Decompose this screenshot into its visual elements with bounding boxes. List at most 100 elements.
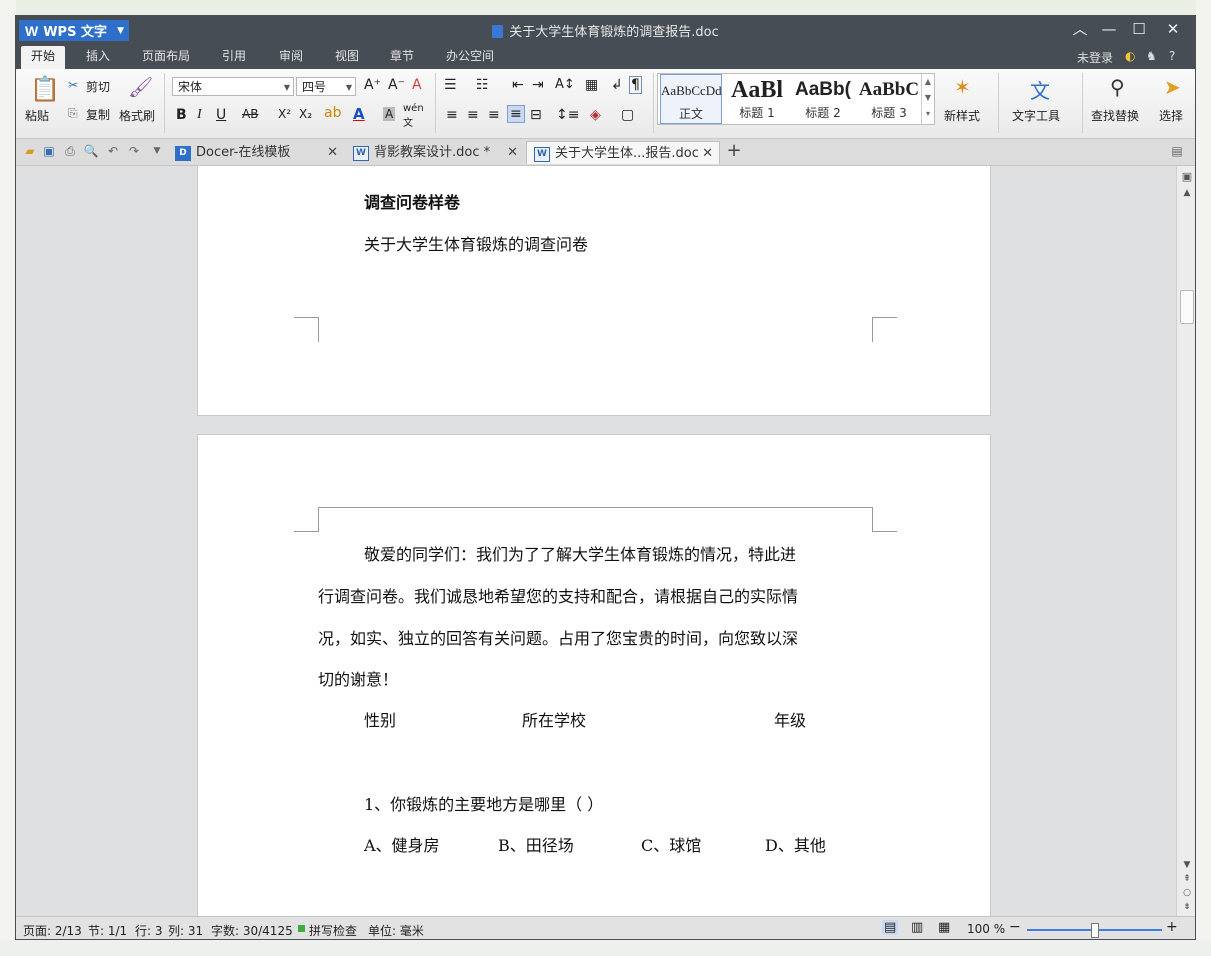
align-right-icon[interactable]: ≡ [488, 107, 500, 123]
highlight-icon[interactable]: ab [324, 105, 341, 121]
document-tabs-bar: ▰ ▣ ⎙ 🔍 ↶ ↷ ▼ D Docer-在线模板 ✕ W 背影教案设计.do… [16, 139, 1195, 166]
style-heading-1[interactable]: AaBl 标题 1 [726, 74, 788, 124]
shirt-icon[interactable]: ♞ [1146, 49, 1157, 63]
zoom-level[interactable]: 100 % [967, 922, 1005, 936]
sort-icon[interactable]: ↲ [611, 77, 623, 93]
paste-button[interactable]: 粘贴 [25, 107, 49, 124]
next-page-icon[interactable]: ⇟ [1177, 902, 1195, 912]
scroll-down-icon[interactable]: ▼ [1177, 860, 1195, 870]
minimize-icon[interactable]: — [1095, 18, 1123, 40]
customize-dropdown-icon[interactable]: ▼ [149, 143, 165, 159]
status-word-count[interactable]: 字数: 30/4125 [211, 922, 293, 939]
borders-icon[interactable]: ▢ [621, 107, 634, 123]
login-link[interactable]: 未登录 [1077, 49, 1113, 66]
undo-icon[interactable]: ↶ [105, 143, 121, 159]
open-folder-icon[interactable]: ▰ [22, 143, 38, 159]
justify-icon[interactable]: ≡ [507, 105, 525, 123]
spell-check-button[interactable]: 拼写检查 [309, 922, 357, 939]
tab-office-space[interactable]: 办公空间 [446, 46, 494, 69]
strikethrough-icon[interactable]: AB [242, 107, 258, 121]
superscript-icon[interactable]: X² [278, 107, 291, 121]
show-marks-icon[interactable]: ¶ [629, 76, 642, 94]
style-heading-2[interactable]: AaBb( 标题 2 [792, 74, 854, 124]
tab-references[interactable]: 引用 [222, 46, 246, 69]
status-unit[interactable]: 单位: 毫米 [368, 922, 424, 939]
scroll-up-icon[interactable]: ▲ [1177, 188, 1195, 198]
zoom-out-icon[interactable]: − [1009, 919, 1021, 935]
tab-docer[interactable]: D Docer-在线模板 ✕ [168, 141, 344, 164]
maximize-icon[interactable]: ☐ [1125, 18, 1153, 40]
phonetic-guide-icon[interactable]: wén 文 [403, 103, 424, 129]
close-icon[interactable]: ✕ [1159, 18, 1187, 40]
close-icon[interactable]: ✕ [702, 142, 713, 165]
print-preview-icon[interactable]: 🔍 [83, 143, 99, 159]
outline-view-icon[interactable]: ▥ [911, 920, 923, 935]
close-icon[interactable]: ✕ [507, 141, 518, 164]
document-canvas[interactable]: 调查问卷样卷 关于大学生体育锻炼的调查问卷 敬爱的同学们：我们为了了解大学生体育… [16, 166, 1176, 916]
format-painter-button[interactable]: 格式刷 [119, 107, 155, 124]
font-name-select[interactable]: 宋体 ▼ [172, 77, 294, 96]
tab-view[interactable]: 视图 [335, 46, 359, 69]
char-shading-icon[interactable]: A [383, 107, 396, 121]
shrink-font-icon[interactable]: A⁻ [388, 77, 405, 93]
tab-page-layout[interactable]: 页面布局 [142, 46, 190, 69]
italic-icon[interactable]: I [197, 107, 202, 123]
increase-indent-icon[interactable]: ⇥ [532, 77, 544, 93]
word-doc-icon: W [534, 147, 550, 162]
prev-page-icon[interactable]: ⇞ [1177, 874, 1195, 884]
lightbulb-icon[interactable]: ◐ [1125, 49, 1135, 63]
zoom-in-icon[interactable]: + [1166, 919, 1178, 935]
underline-icon[interactable]: U [216, 107, 226, 123]
redo-icon[interactable]: ↷ [126, 143, 142, 159]
subscript-icon[interactable]: X₂ [299, 107, 312, 121]
bold-icon[interactable]: B [176, 107, 187, 123]
tab-start[interactable]: 开始 [21, 46, 65, 69]
tab-document-2[interactable]: W 背影教案设计.doc * ✕ [346, 141, 524, 164]
copy-button[interactable]: 复制 [86, 106, 110, 123]
web-view-icon[interactable]: ▦ [938, 920, 950, 935]
bullet-list-icon[interactable]: ☰ [444, 77, 457, 93]
style-name: 标题 1 [739, 106, 775, 120]
tab-review[interactable]: 审阅 [279, 46, 303, 69]
select-browse-icon[interactable]: ○ [1177, 888, 1195, 898]
distributed-icon[interactable]: ⊟ [530, 107, 542, 123]
cut-button[interactable]: 剪切 [86, 78, 110, 95]
clear-format-icon[interactable]: A [412, 77, 422, 93]
font-size-select[interactable]: 四号 ▼ [296, 77, 356, 96]
text-direction-icon[interactable]: A↕ [555, 77, 575, 92]
numbered-list-icon[interactable]: ☷ [476, 77, 489, 93]
shading-icon[interactable]: ◈ [590, 107, 601, 123]
save-icon[interactable]: ▣ [41, 143, 57, 159]
new-tab-icon[interactable]: + [726, 142, 742, 160]
grow-font-icon[interactable]: A⁺ [364, 77, 381, 93]
tab-document-active[interactable]: W 关于大学生体...报告.doc ✕ [526, 141, 720, 164]
style-heading-3[interactable]: AaBbC 标题 3 [858, 74, 920, 124]
find-replace-button[interactable]: 查找替换 [1091, 107, 1139, 124]
tab-insert[interactable]: 插入 [86, 46, 110, 69]
styles-scroll[interactable]: ▲ ▼ ▾ [921, 74, 934, 124]
select-button[interactable]: 选择 [1159, 107, 1183, 124]
font-color-icon[interactable]: A [353, 105, 365, 123]
line-spacing-icon[interactable]: ↕≡ [556, 107, 579, 123]
ruler-toggle-icon[interactable]: ▣ [1177, 170, 1195, 183]
paste-icon[interactable]: 📋 [30, 75, 60, 103]
style-name: 标题 2 [805, 106, 841, 120]
collapse-ribbon-icon[interactable]: ︿ [1066, 18, 1094, 40]
vertical-scrollbar[interactable]: ▣ ▲ ▼ ⇞ ○ ⇟ [1176, 166, 1195, 916]
zoom-slider-handle[interactable] [1091, 923, 1099, 938]
decrease-indent-icon[interactable]: ⇤ [512, 77, 524, 93]
style-normal[interactable]: AaBbCcDd 正文 [660, 74, 722, 124]
page-view-icon[interactable]: ▤ [882, 920, 899, 935]
align-left-icon[interactable]: ≡ [446, 107, 458, 123]
help-button[interactable]: ? [1169, 49, 1175, 63]
close-icon[interactable]: ✕ [327, 141, 338, 164]
status-page[interactable]: 页面: 2/13 [23, 922, 82, 939]
align-center-icon[interactable]: ≡ [467, 107, 479, 123]
table-icon[interactable]: ▦ [585, 77, 598, 93]
new-style-button[interactable]: 新样式 [944, 107, 980, 124]
print-icon[interactable]: ⎙ [62, 143, 78, 159]
tab-section[interactable]: 章节 [390, 46, 414, 69]
tab-options-icon[interactable]: ▤ [1169, 143, 1185, 159]
text-tools-button[interactable]: 文字工具 [1012, 107, 1060, 124]
scroll-thumb[interactable] [1180, 290, 1194, 324]
